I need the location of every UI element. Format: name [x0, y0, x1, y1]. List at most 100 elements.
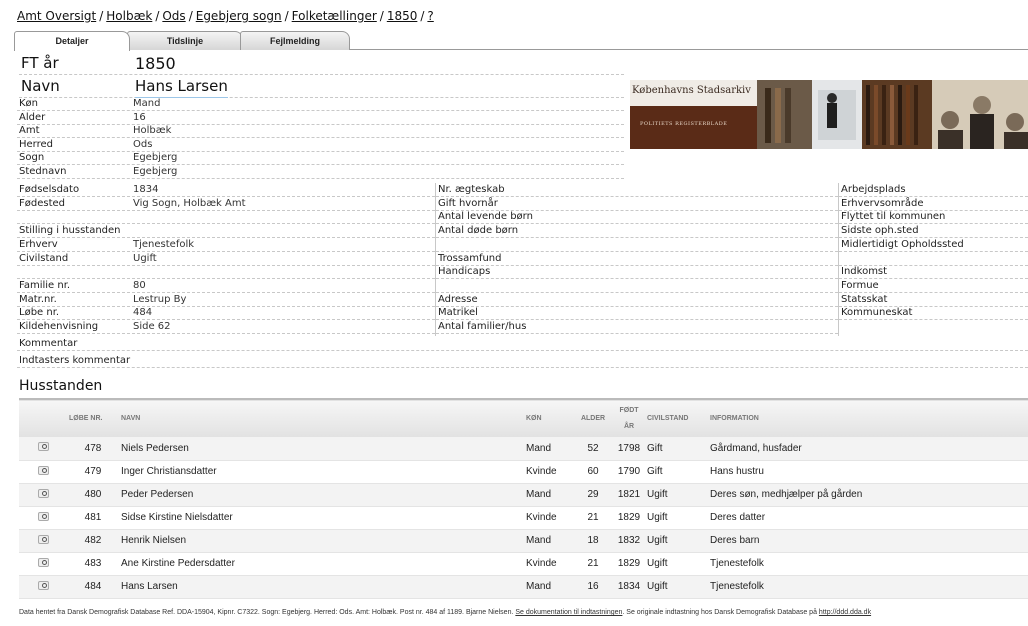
cell-navn: Peder Pedersen: [119, 483, 524, 507]
detail-row-value: Tjenestefolk: [133, 238, 195, 250]
cell-fodt: 1832: [613, 529, 645, 553]
detail-row-label: Fødested: [19, 197, 66, 209]
tab-fejlmelding[interactable]: Fejlmelding: [240, 31, 350, 50]
indtaster-kommentar-row: Indtasters kommentar: [17, 354, 1028, 368]
cell-info: Tjenestefolk: [708, 552, 1028, 576]
navn-value: Hans Larsen: [135, 76, 228, 98]
field-row: Sogn Egebjerg: [17, 151, 624, 166]
magnifier-icon[interactable]: [37, 557, 49, 567]
magnifier-icon[interactable]: [37, 511, 49, 521]
view-cell: [19, 506, 67, 530]
detail-row-label: Sidste oph.sted: [841, 225, 919, 237]
magnifier-icon[interactable]: [37, 488, 49, 498]
detail-row: Adresse: [436, 293, 838, 307]
detail-row-value: Ugift: [133, 252, 157, 264]
breadcrumb-holbaek[interactable]: Holbæk: [106, 9, 152, 23]
detail-row: Fødested Vig Sogn, Holbæk Amt: [17, 197, 435, 211]
detail-row: Antal levende børn: [436, 210, 838, 225]
column-divider: [838, 183, 839, 336]
breadcrumb-egebjerg[interactable]: Egebjerg sogn: [196, 9, 282, 23]
field-row: Herred Ods: [17, 138, 624, 152]
cell-navn: Inger Christiansdatter: [119, 460, 524, 484]
breadcrumb: Amt Oversigt / Holbæk / Ods / Egebjerg sogn / Fo…: [17, 9, 434, 23]
col-header-foedt-aar: FØDT ÅR: [619, 406, 639, 430]
footer-text: Data hentet fra Dansk Demografisk Databa…: [19, 609, 514, 616]
cell-fodt: 1821: [613, 483, 645, 507]
stadsarkiv-banner[interactable]: Københavns Stadsarkiv POLITIETS REGISTER…: [630, 80, 1028, 149]
cell-nr: 482: [67, 529, 119, 553]
detail-row: Flyttet til kommunen: [839, 210, 1028, 225]
cell-nr: 481: [67, 506, 119, 530]
detail-row: Kommuneskat: [839, 306, 1028, 321]
kommentar-label: Kommentar: [19, 338, 78, 349]
cell-kon: Mand: [524, 483, 573, 507]
detail-row-label: Familie nr.: [19, 279, 71, 291]
cell-info: Tjenestefolk: [708, 575, 1028, 599]
detail-row-label: Indkomst: [841, 266, 888, 278]
table-row[interactable]: 483 Ane Kirstine Pedersdatter Kvinde 21 1829…: [19, 552, 1028, 576]
cell-fodt: 1829: [613, 552, 645, 576]
footer: Data hentet fra Dansk Demografisk Databa…: [19, 609, 871, 616]
field-row-value: Egebjerg: [133, 152, 178, 164]
table-row[interactable]: 481 Sidse Kirstine Nielsdatter Kvinde 21 182…: [19, 506, 1028, 530]
detail-row: Kildehenvisning Side 62: [17, 320, 435, 334]
view-cell: [19, 460, 67, 484]
cell-civil: Ugift: [645, 575, 708, 599]
cell-fodt: 1834: [613, 575, 645, 599]
cell-civil: Ugift: [645, 529, 708, 553]
detail-row: Erhvervsområde: [839, 197, 1028, 211]
breadcrumb-folketaellinger[interactable]: Folketællinger: [292, 9, 377, 23]
breadcrumb-amt-oversigt[interactable]: Amt Oversigt: [17, 9, 96, 23]
footer-doc-link[interactable]: Se dokumentation til indtastningen: [515, 609, 622, 616]
col-header-alder: ALDER: [580, 415, 606, 422]
field-row-label: Sogn: [19, 152, 45, 164]
tab-detaljer[interactable]: Detaljer: [14, 31, 130, 51]
table-row[interactable]: 482 Henrik Nielsen Mand 18 1832 Ugift Deres ba…: [19, 529, 1028, 553]
table-row[interactable]: 478 Niels Pedersen Mand 52 1798 Gift Gårdmand,…: [19, 437, 1028, 461]
magnifier-icon[interactable]: [37, 465, 49, 475]
footer-ddd-link[interactable]: http://ddd.dda.dk: [819, 609, 871, 616]
cell-alder: 21: [573, 506, 613, 530]
banner-subtitle: POLITIETS REGISTERBLADE: [640, 121, 727, 127]
breadcrumb-help[interactable]: ?: [427, 9, 433, 23]
magnifier-icon[interactable]: [37, 580, 49, 590]
detail-row: Statsskat: [839, 293, 1028, 307]
detail-row-label: Antal levende børn: [438, 211, 533, 223]
table-row[interactable]: 480 Peder Pedersen Mand 29 1821 Ugift Deres sø…: [19, 483, 1028, 507]
detail-row-label: Erhverv: [19, 238, 58, 250]
detail-row-label: Gift hvornår: [438, 197, 498, 209]
cell-kon: Mand: [524, 529, 573, 553]
field-row: Køn Mand: [17, 97, 624, 111]
detail-row-label: Adresse: [438, 293, 478, 305]
magnifier-icon[interactable]: [37, 442, 49, 452]
detail-row: Nr. ægteskab: [436, 183, 838, 197]
detail-row-label: Civilstand: [19, 252, 69, 264]
detail-row-label: Kommuneskat: [841, 307, 913, 319]
cell-alder: 21: [573, 552, 613, 576]
cell-navn: Sidse Kirstine Nielsdatter: [119, 506, 524, 530]
field-row-label: Køn: [19, 98, 39, 109]
indtaster-kommentar-label: Indtasters kommentar: [19, 355, 131, 366]
detail-row-label: Matrikel: [438, 307, 478, 319]
husstanden-table: LØBE NR. NAVN KØN ALDER FØDT ÅR CIVILSTA…: [19, 398, 1028, 599]
detail-row-value: 80: [133, 279, 146, 291]
table-row[interactable]: 479 Inger Christiansdatter Kvinde 60 1790 Gif…: [19, 460, 1028, 484]
cell-kon: Kvinde: [524, 552, 573, 576]
cell-alder: 52: [573, 437, 613, 461]
field-row-label: Herred: [19, 138, 53, 150]
table-row[interactable]: 484 Hans Larsen Mand 16 1834 Ugift Tjenestefol…: [19, 575, 1028, 599]
cell-navn: Niels Pedersen: [119, 437, 524, 461]
detail-row-label: Matr.nr.: [19, 293, 57, 305]
detail-row-label: Løbe nr.: [19, 307, 60, 319]
cell-nr: 478: [67, 437, 119, 461]
cell-navn: Hans Larsen: [119, 575, 524, 599]
detail-row: Matrikel: [436, 306, 838, 321]
field-row: Stednavn Egebjerg: [17, 165, 624, 179]
cell-kon: Mand: [524, 437, 573, 461]
breadcrumb-1850[interactable]: 1850: [387, 9, 418, 23]
detail-row: [839, 252, 1028, 266]
tab-tidslinje[interactable]: Tidslinje: [127, 31, 243, 50]
breadcrumb-ods[interactable]: Ods: [162, 9, 185, 23]
detail-row: Formue: [839, 279, 1028, 293]
magnifier-icon[interactable]: [37, 534, 49, 544]
